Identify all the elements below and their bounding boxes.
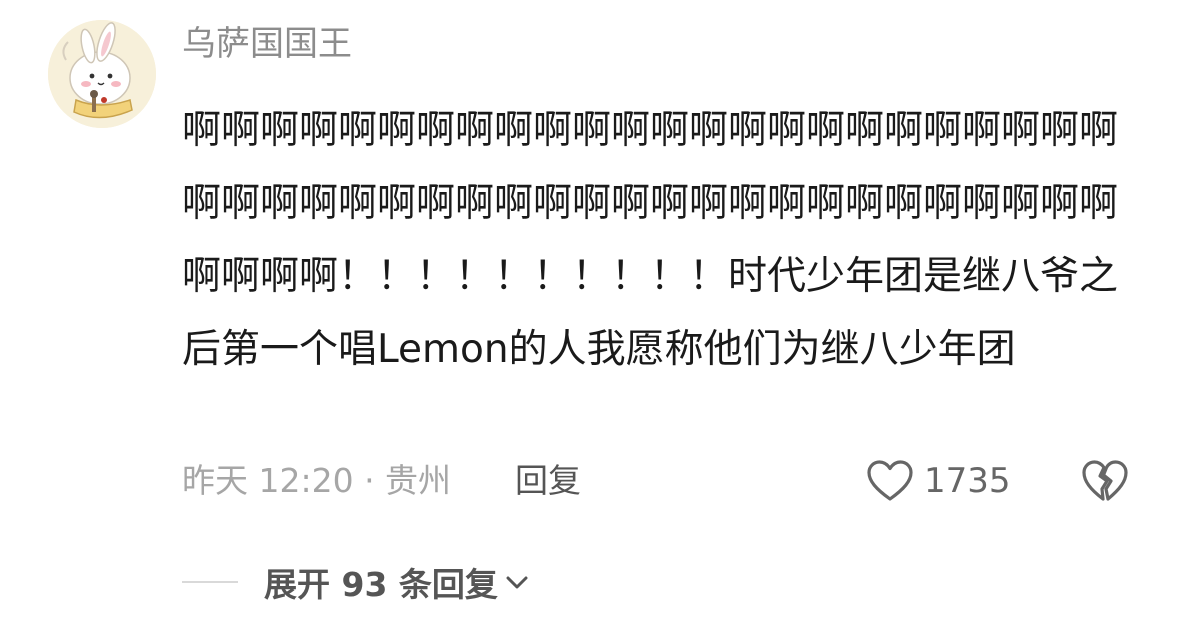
heart-outline-icon: [866, 459, 914, 503]
broken-heart-icon: [1081, 459, 1129, 503]
rabbit-avatar-illustration: [48, 20, 156, 128]
dislike-button[interactable]: [1080, 456, 1130, 506]
username[interactable]: 乌萨国国王: [182, 20, 352, 68]
avatar[interactable]: [48, 20, 156, 128]
comment-meta: 昨天 12:20 · 贵州: [182, 461, 452, 500]
like-button[interactable]: 1735: [866, 456, 1011, 506]
expand-replies-label: 展开 93 条回复: [264, 565, 498, 604]
expand-replies-button[interactable]: 展开 93 条回复: [264, 558, 530, 606]
divider-line: [182, 581, 238, 583]
expand-replies-row: 展开 93 条回复: [182, 556, 530, 608]
comment-text: 啊啊啊啊啊啊啊啊啊啊啊啊啊啊啊啊啊啊啊啊啊啊啊啊啊啊啊啊啊啊啊啊啊啊啊啊啊啊啊啊…: [182, 108, 1119, 372]
comment-item: 乌萨国国王 啊啊啊啊啊啊啊啊啊啊啊啊啊啊啊啊啊啊啊啊啊啊啊啊啊啊啊啊啊啊啊啊啊啊…: [0, 0, 1179, 636]
chevron-down-icon: [506, 576, 528, 589]
reply-button[interactable]: 回复: [515, 458, 581, 504]
like-count: 1735: [924, 461, 1011, 501]
